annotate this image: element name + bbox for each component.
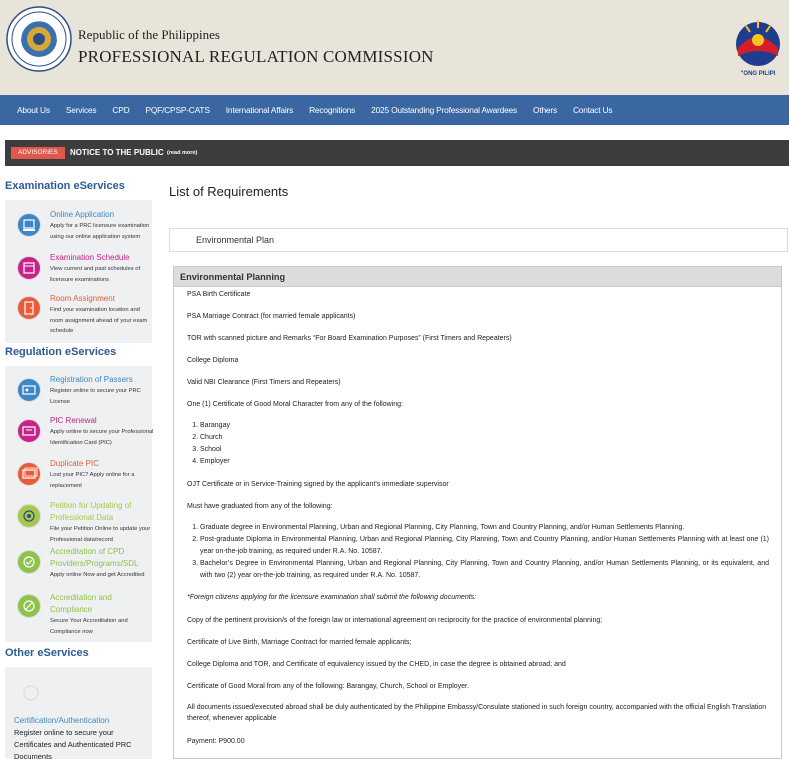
nav-others[interactable]: Others (533, 105, 557, 115)
page-title: List of Requirements (169, 184, 289, 199)
bagong-pilipinas-logo: "ONG PILIPI (736, 20, 780, 77)
req-marriage-contract: PSA Marriage Contract (for married femal… (187, 313, 356, 320)
svg-text:"ONG PILIPI: "ONG PILIPI (741, 71, 776, 77)
list-item: Barangay (200, 420, 777, 432)
advisories-badge: ADVISORIES (11, 147, 65, 159)
reg-eservices-heading: Regulation eServices (5, 346, 117, 358)
advisory-text[interactable]: NOTICE TO THE PUBLIC (70, 148, 164, 157)
compliance-icon[interactable] (17, 594, 41, 618)
certificate-icon[interactable] (21, 683, 41, 703)
nav-cpd[interactable]: CPD (112, 105, 129, 115)
graduate-list: Graduate degree in Environmental Plannin… (187, 522, 769, 582)
good-moral-list: Barangay Church School Employer (187, 420, 777, 468)
calendar-icon[interactable] (17, 256, 41, 280)
req-tor: TOR with scanned picture and Remarks “Fo… (187, 335, 512, 342)
accreditation-compliance-link[interactable]: Accreditation and Compliance (50, 592, 150, 616)
cpd-accreditation-desc: Apply online Now and get Accredited (50, 572, 145, 578)
req-live-birth: Certificate of Live Birth, Marriage Cont… (187, 639, 412, 646)
nav-services[interactable]: Services (66, 105, 97, 115)
exam-eservices-heading: Examination eServices (5, 180, 125, 192)
id-card-icon[interactable] (17, 378, 41, 402)
online-application-link[interactable]: Online Application (50, 210, 114, 219)
certification-authentication-desc: Register online to secure your Certifica… (14, 728, 132, 761)
nav-recognitions[interactable]: Recognitions (309, 105, 355, 115)
req-foreign-law: Copy of the pertinent provision/s of the… (187, 617, 603, 624)
req-authentication: All documents issued/executed abroad sha… (187, 704, 767, 722)
req-foreign-good-moral: Certificate of Good Moral from any of th… (187, 683, 469, 690)
profession-selector[interactable]: Environmental Plan (169, 228, 788, 252)
foreign-citizens-heading: *Foreign citizens applying for the licen… (187, 594, 477, 601)
main-nav: About Us Services CPD PQF/CPSP-CATS Inte… (0, 95, 789, 125)
req-ojt-certificate: OJT Certificate or in Service-Training s… (187, 481, 449, 488)
other-eservices-heading: Other eServices (5, 647, 89, 659)
site-header: Republic of the Philippines PROFESSIONAL… (0, 0, 789, 95)
requirements-panel: Environmental Planning PSA Birth Certifi… (173, 266, 782, 759)
req-graduated: Must have graduated from any of the foll… (187, 503, 333, 510)
duplicate-card-icon[interactable] (17, 462, 41, 486)
org-subtitle: Republic of the Philippines (78, 27, 220, 42)
list-item: Church (200, 432, 777, 444)
reg-eservices-box: Registration of Passers Register online … (5, 366, 154, 642)
update-record-icon[interactable] (17, 504, 41, 528)
req-diploma-tor-ched: College Diploma and TOR, and Certificate… (187, 661, 566, 668)
online-application-desc: Apply for a PRC licensure examination us… (50, 223, 150, 240)
list-item: Post-graduate Diploma in Environmental P… (200, 534, 769, 558)
duplicate-pic-desc: Lost your PIC? Apply online for a replac… (50, 472, 135, 489)
room-icon[interactable] (17, 296, 41, 320)
room-assignment-link[interactable]: Room Assignment (50, 294, 115, 303)
list-item: Graduate degree in Environmental Plannin… (200, 522, 769, 534)
nav-contact-us[interactable]: Contact Us (573, 105, 613, 115)
accreditation-compliance-desc: Secure Your Accreditation and Compliance… (50, 618, 128, 635)
list-item: School (200, 444, 777, 456)
duplicate-pic-link[interactable]: Duplicate PIC (50, 459, 99, 468)
nav-awardees[interactable]: 2025 Outstanding Professional Awardees (371, 105, 517, 115)
req-nbi-clearance: Valid NBI Clearance (First Timers and Re… (187, 379, 341, 386)
nav-pqf[interactable]: PQF/CPSP-CATS (145, 105, 209, 115)
pic-renewal-desc: Apply online to secure your Professional… (50, 429, 154, 446)
panel-title: Environmental Planning (174, 267, 781, 287)
room-assignment-desc: Find your examination location and room … (50, 307, 148, 334)
petition-updating-desc: File your Petition Online to update your… (50, 526, 151, 543)
list-item: Bachelor’s Degree in Environmental Plann… (200, 558, 769, 582)
nav-about-us[interactable]: About Us (17, 105, 50, 115)
exam-eservices-box: Online Application Apply for a PRC licen… (5, 200, 152, 343)
org-title: PROFESSIONAL REGULATION COMMISSION (78, 47, 434, 66)
list-item: Employer (200, 456, 777, 468)
payment-amount: Payment: P900.00 (187, 738, 245, 745)
req-college-diploma: College Diploma (187, 357, 239, 364)
advisory-bar: ADVISORIES NOTICE TO THE PUBLIC (read mo… (5, 140, 789, 166)
registration-of-passers-link[interactable]: Registration of Passers (50, 375, 133, 384)
req-birth-certificate: PSA Birth Certificate (187, 291, 251, 298)
renew-card-icon[interactable] (17, 419, 41, 443)
examination-schedule-link[interactable]: Examination Schedule (50, 253, 130, 262)
advisory-read-more-link[interactable]: (read more) (167, 150, 197, 156)
cpd-accreditation-icon[interactable] (17, 550, 41, 574)
req-good-moral: One (1) Certificate of Good Moral Charac… (187, 401, 403, 408)
pic-renewal-link[interactable]: PIC Renewal (50, 416, 97, 425)
profession-selector-value: Environmental Plan (196, 235, 275, 245)
prc-seal-logo[interactable] (6, 6, 72, 72)
other-eservices-box: Certification/Authentication Register on… (5, 667, 152, 761)
examination-schedule-desc: View current and past schedules of licen… (50, 266, 141, 283)
cpd-accreditation-link[interactable]: Accreditation of CPD Providers/Programs/… (50, 546, 150, 570)
certification-authentication-link[interactable]: Certification/Authentication (14, 716, 109, 725)
petition-updating-link[interactable]: Petition for Updating of Professional Da… (50, 500, 150, 524)
registration-of-passers-desc: Register online to secure your PRC Licen… (50, 388, 141, 405)
online-application-icon[interactable] (17, 213, 41, 237)
nav-international-affairs[interactable]: International Affairs (226, 105, 294, 115)
